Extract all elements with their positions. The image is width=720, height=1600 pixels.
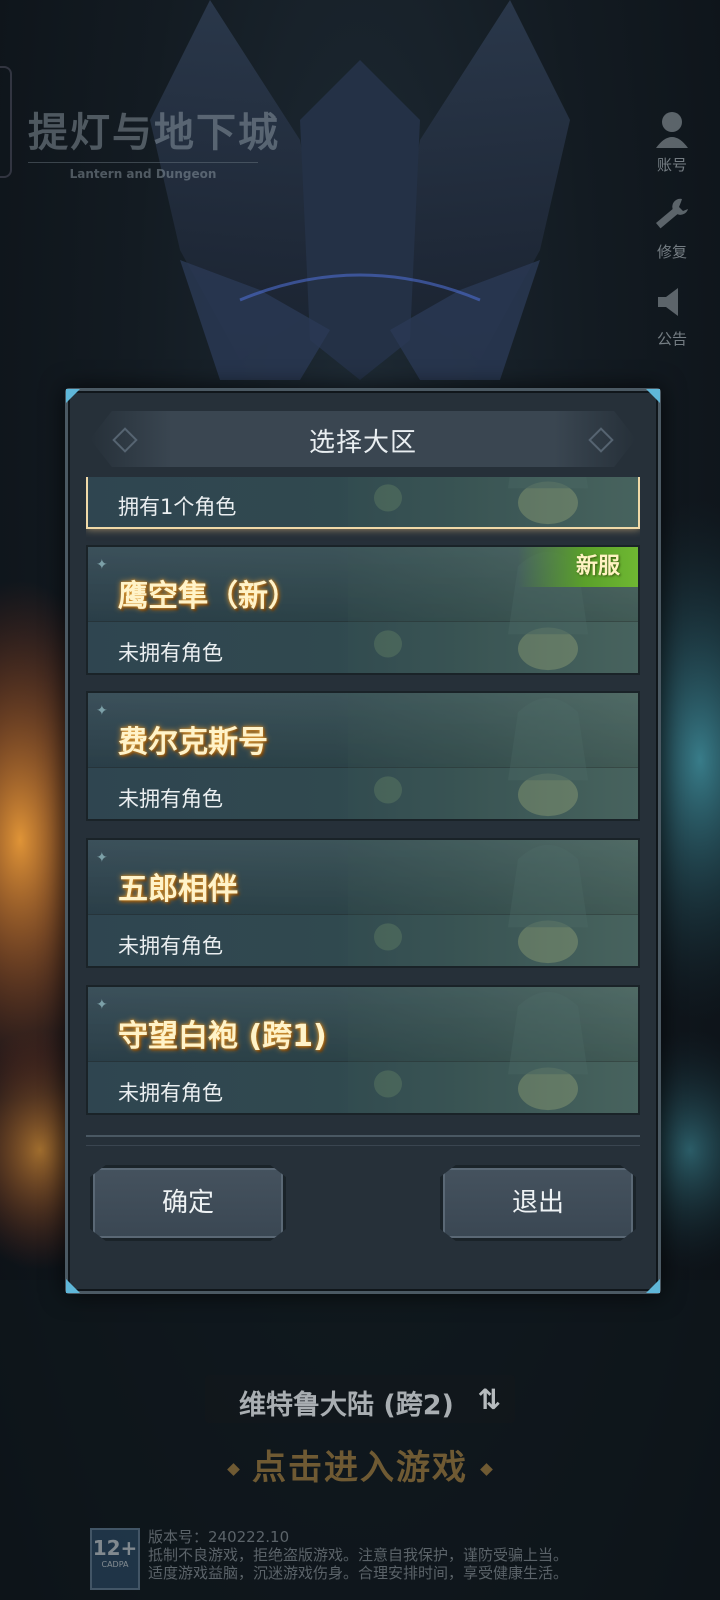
sparkle-icon: ✦	[96, 557, 108, 573]
server-list[interactable]: 拥有1个角色 ✦ 鹰空隼（新） 未拥有角色 新服 ✦ 费尔克斯号 未拥有角色 ✦…	[86, 477, 640, 1137]
sparkle-icon: ✦	[96, 703, 108, 719]
right-menu: 账号 修复 公告	[644, 108, 700, 369]
server-card-art	[348, 693, 638, 819]
diamond-ornament-icon	[227, 1463, 240, 1476]
enter-game-label: 点击进入游戏	[252, 1448, 468, 1488]
version-text: 版本号：240222.10	[148, 1528, 290, 1546]
server-status: 未拥有角色	[118, 1081, 223, 1105]
logo-text-en: Lantern and Dungeon	[69, 167, 217, 181]
notice-line-2: 适度游戏益脑，沉迷游戏伤身。合理安排时间，享受健康生活。	[148, 1564, 569, 1582]
server-name: 五郎相伴	[118, 872, 238, 907]
dialog-corner	[66, 389, 80, 403]
age-rating: 12+	[92, 1536, 138, 1560]
account-label: 账号	[656, 156, 687, 174]
account-icon	[656, 112, 688, 148]
footer-text: 版本号：240222.10 抵制不良游戏，拒绝盗版游戏。注意自我保护，谨防受骗上…	[148, 1528, 708, 1582]
current-server-name: 维特鲁大陆 (跨2)	[239, 1390, 454, 1421]
age-rating-badge: 12+ CADPA	[90, 1528, 140, 1590]
announcement-button[interactable]: 公告	[644, 282, 700, 349]
wrench-icon	[656, 198, 688, 229]
dialog-corner	[66, 1279, 80, 1293]
repair-button[interactable]: 修复	[644, 195, 700, 262]
server-item-selected[interactable]: 拥有1个角色	[86, 477, 640, 529]
notice-line-1: 抵制不良游戏，拒绝盗版游戏。注意自我保护，谨防受骗上当。	[148, 1546, 569, 1564]
dialog-title: 选择大区	[308, 428, 417, 458]
server-item[interactable]: ✦ 费尔克斯号 未拥有角色	[86, 691, 640, 821]
server-item[interactable]: ✦ 守望白袍 (跨1) 未拥有角色	[86, 985, 640, 1115]
dialog-corner	[646, 1279, 660, 1293]
confirm-button[interactable]: 确定	[90, 1165, 286, 1241]
account-button[interactable]: 账号	[644, 108, 700, 175]
server-item[interactable]: ✦ 五郎相伴 未拥有角色	[86, 838, 640, 968]
enter-game-button[interactable]: 点击进入游戏	[0, 1440, 720, 1489]
server-select-dialog: 选择大区 拥有1个角色 ✦ 鹰空隼（新） 未拥有角色 新服 ✦ 费尔克斯号 未拥…	[65, 388, 661, 1294]
server-name: 守望白袍 (跨1)	[118, 1019, 327, 1054]
new-server-badge: 新服	[518, 547, 638, 587]
speaker-icon	[658, 288, 678, 316]
age-rating-org: CADPA	[101, 1560, 129, 1569]
server-card-art	[348, 987, 638, 1113]
logo-text-cn: 提灯与地下城	[28, 110, 280, 156]
diamond-ornament-icon	[480, 1463, 493, 1476]
dialog-corner	[646, 389, 660, 403]
announcement-label: 公告	[656, 330, 687, 348]
server-card-art	[348, 840, 638, 966]
server-name: 费尔克斯号	[118, 725, 268, 760]
current-server-selector[interactable]: 维特鲁大陆 (跨2) ⇅	[205, 1375, 515, 1423]
server-status: 未拥有角色	[118, 934, 223, 958]
exit-button[interactable]: 退出	[440, 1165, 636, 1241]
game-logo: 提灯与地下城 Lantern and Dungeon	[28, 100, 288, 181]
swap-icon: ⇅	[477, 1383, 501, 1416]
sparkle-icon: ✦	[96, 997, 108, 1013]
server-item[interactable]: ✦ 鹰空隼（新） 未拥有角色 新服	[86, 545, 640, 675]
server-card-art	[348, 477, 638, 527]
server-status: 未拥有角色	[118, 641, 223, 665]
server-status: 未拥有角色	[118, 787, 223, 811]
sparkle-icon: ✦	[96, 850, 108, 866]
logo-divider	[28, 162, 258, 163]
server-status: 拥有1个角色	[118, 495, 237, 519]
side-tab	[0, 66, 12, 178]
repair-label: 修复	[656, 243, 687, 261]
server-name: 鹰空隼（新）	[118, 579, 298, 614]
list-divider	[86, 1135, 640, 1146]
